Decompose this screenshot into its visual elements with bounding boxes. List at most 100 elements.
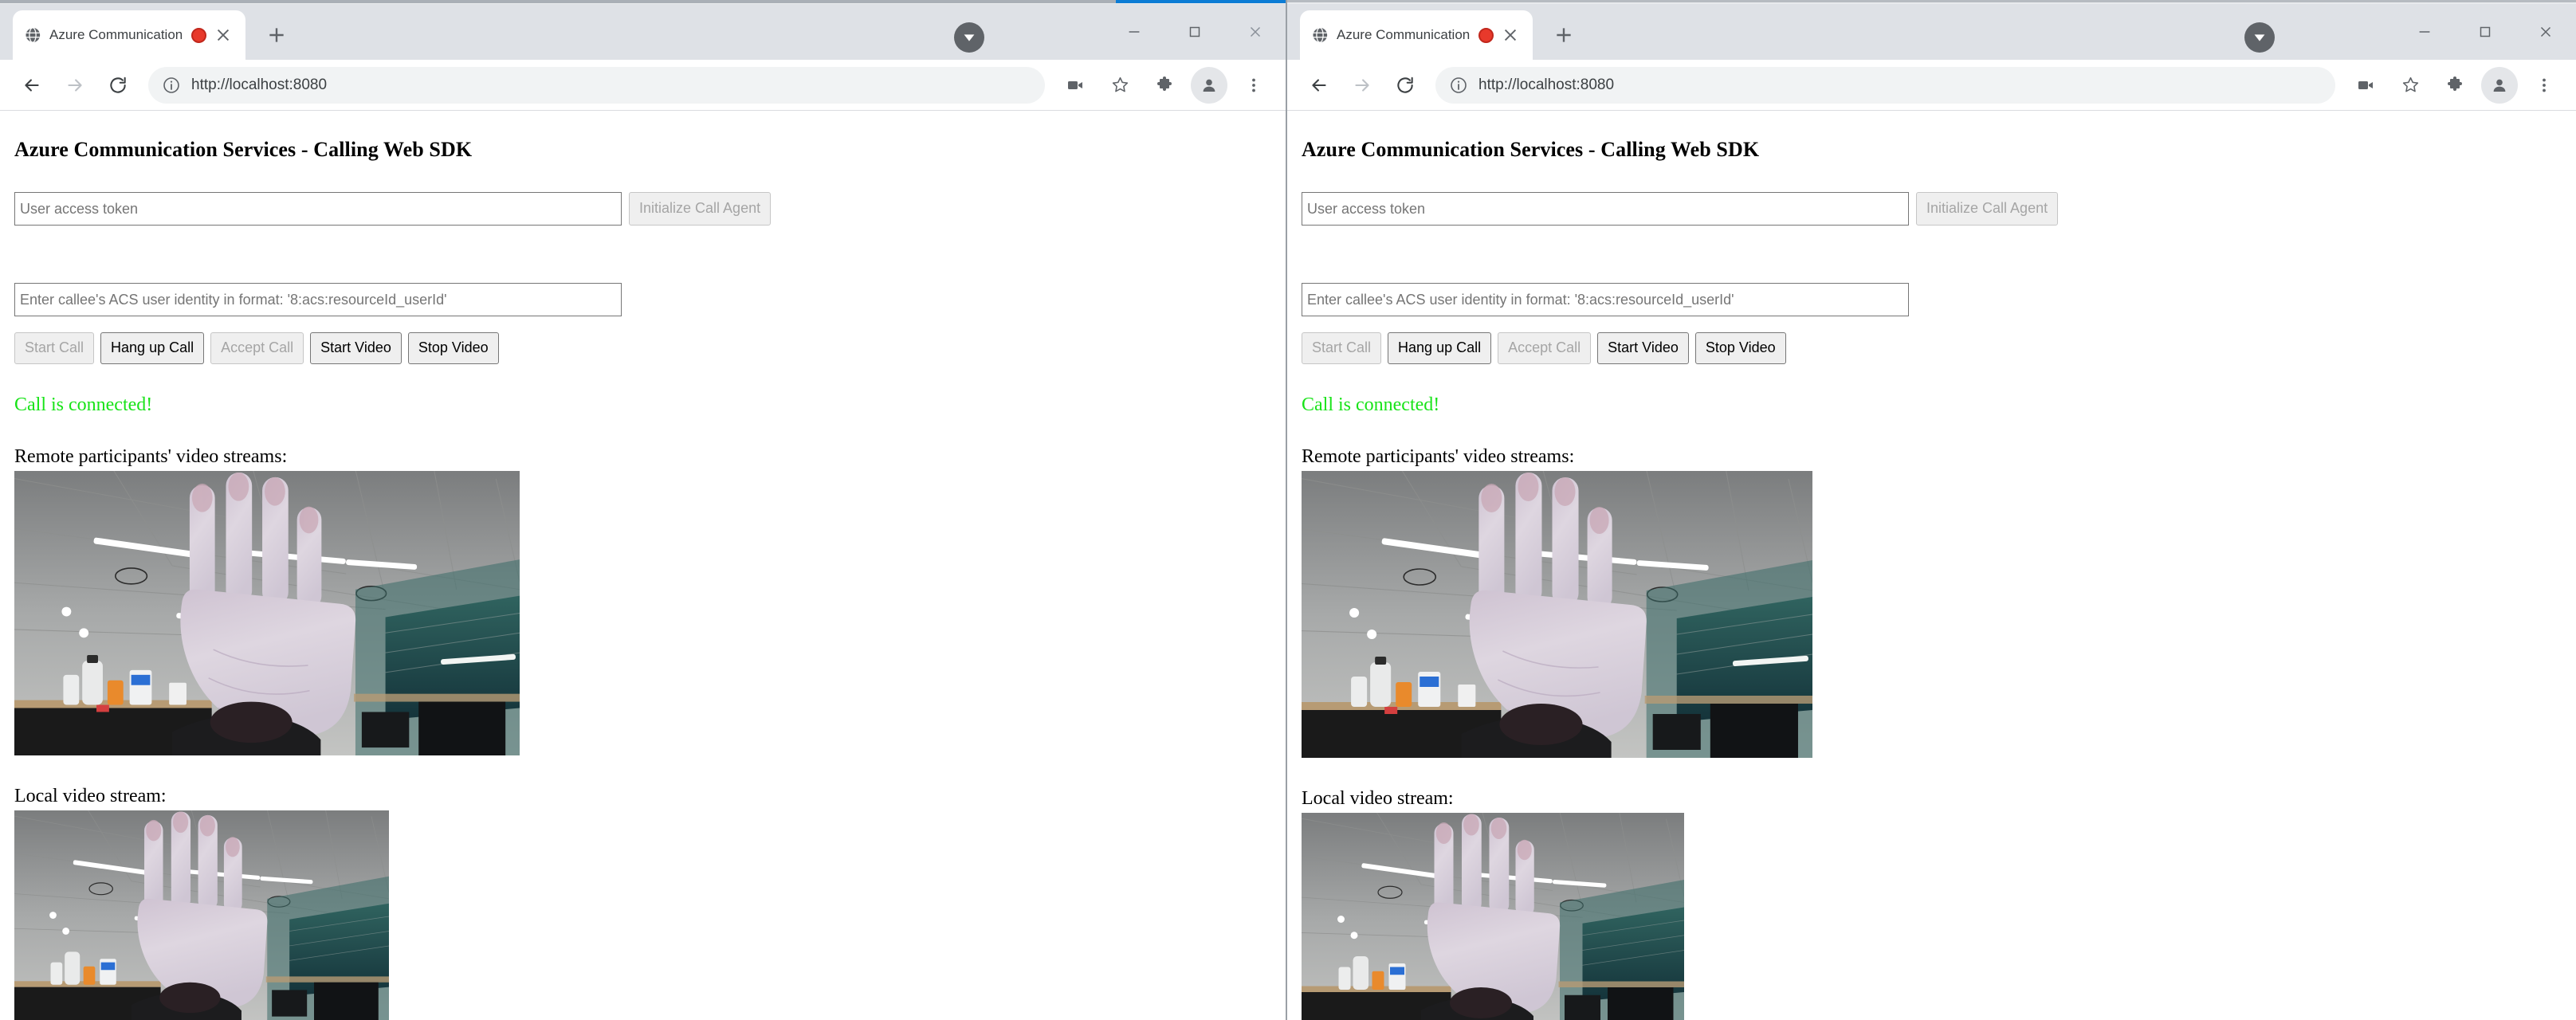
call-status-text: Call is connected! (1302, 394, 1440, 415)
close-icon[interactable] (214, 26, 232, 44)
local-stream-label: Local video stream: (14, 786, 167, 806)
maximize-icon[interactable] (2455, 4, 2515, 60)
toolbar-actions-right (2345, 65, 2565, 106)
callee-identity-input[interactable] (1302, 283, 1909, 316)
remote-streams-label: Remote participants' video streams: (14, 446, 288, 467)
remote-streams-label: Remote participants' video streams: (1302, 446, 1575, 467)
initialize-call-agent-button[interactable]: Initialize Call Agent (629, 192, 772, 226)
download-arrow-icon[interactable] (2244, 22, 2275, 53)
office-scene-local (1302, 813, 1684, 1020)
reload-icon[interactable] (1384, 65, 1426, 106)
start-call-button[interactable]: Start Call (1302, 332, 1382, 364)
local-video-stream (1302, 813, 1684, 1020)
address-bar-right[interactable]: http://localhost:8080 (1435, 66, 2335, 104)
forward-arrow-icon (54, 65, 96, 106)
window-controls (954, 4, 1286, 60)
accept-call-button[interactable]: Accept Call (210, 332, 304, 364)
back-arrow-icon[interactable] (11, 65, 53, 106)
close-icon[interactable] (1502, 26, 1519, 44)
browser-window-left: Azure Communication Servic (0, 0, 1286, 1020)
tab-strip: Azure Communication Servic (0, 4, 1286, 60)
star-icon[interactable] (2389, 65, 2431, 106)
office-scene (1302, 471, 1812, 758)
url-text: http://localhost:8080 (191, 76, 328, 93)
acs-demo-page: Azure Communication Services - Calling W… (14, 138, 1271, 1020)
browser-tab[interactable]: Azure Communication Servic (13, 10, 245, 60)
minimize-icon[interactable] (2394, 4, 2455, 60)
hang-up-call-button[interactable]: Hang up Call (100, 332, 205, 364)
callee-row (14, 283, 1271, 316)
local-video-stream (14, 810, 389, 1020)
remote-video-stream (14, 471, 520, 755)
office-scene (14, 471, 520, 755)
browser-toolbar-right: http://localhost:8080 (1287, 60, 2576, 111)
globe-icon (24, 26, 41, 44)
minimize-icon[interactable] (1104, 4, 1164, 60)
token-row: Initialize Call Agent (14, 192, 1271, 226)
video-camera-icon[interactable] (2345, 65, 2386, 106)
profile-icon[interactable] (2479, 65, 2520, 106)
puzzle-icon[interactable] (1144, 65, 1185, 106)
page-viewport-right: Azure Communication Services - Calling W… (1287, 111, 2576, 1020)
stop-video-button[interactable]: Stop Video (1694, 332, 1786, 364)
callee-row (1302, 283, 2562, 316)
reload-icon[interactable] (97, 65, 139, 106)
browser-window-right: Azure Communication Servic (1286, 0, 2576, 1020)
globe-icon (1311, 26, 1329, 44)
recording-dot-icon (1478, 27, 1494, 43)
page-viewport: Azure Communication Services - Calling W… (0, 111, 1286, 1020)
office-scene-local (14, 810, 389, 1020)
remote-video-stream (1302, 471, 1812, 758)
address-bar[interactable]: http://localhost:8080 (148, 66, 1045, 104)
puzzle-icon[interactable] (2434, 65, 2476, 106)
maximize-icon[interactable] (1164, 4, 1225, 60)
desktop: Azure Communication Servic (0, 0, 2576, 1020)
toolbar-actions (1054, 65, 1274, 106)
tab-strip-right: Azure Communication Servic (1287, 4, 2576, 60)
person-icon (1191, 66, 1227, 104)
call-controls: Start Call Hang up Call Accept Call Star… (1302, 332, 2562, 364)
url-text: http://localhost:8080 (1478, 76, 1615, 93)
profile-icon[interactable] (1188, 65, 1230, 106)
call-status-text: Call is connected! (14, 394, 153, 415)
browser-tab-right[interactable]: Azure Communication Servic (1300, 10, 1533, 60)
user-access-token-input[interactable] (1302, 192, 1909, 226)
snap-strip-grey-right (1287, 0, 2576, 2)
accept-call-button[interactable]: Accept Call (1498, 332, 1592, 364)
three-dot-menu-icon[interactable] (1233, 65, 1274, 106)
start-video-button[interactable]: Start Video (1597, 332, 1689, 364)
user-access-token-input[interactable] (14, 192, 622, 226)
local-stream-label: Local video stream: (1302, 788, 1454, 809)
three-dot-menu-icon[interactable] (2523, 65, 2565, 106)
callee-identity-input[interactable] (14, 283, 622, 316)
plus-icon[interactable] (1542, 14, 1585, 57)
recording-dot-icon (191, 27, 206, 43)
info-circle-icon[interactable] (1448, 75, 1469, 96)
start-video-button[interactable]: Start Video (310, 332, 402, 364)
star-icon[interactable] (1099, 65, 1141, 106)
person-icon (2481, 66, 2518, 104)
close-icon[interactable] (1225, 4, 1286, 60)
hang-up-call-button[interactable]: Hang up Call (1388, 332, 1492, 364)
snap-strip-blue (1116, 0, 1286, 3)
token-row: Initialize Call Agent (1302, 192, 2562, 226)
forward-arrow-icon (1341, 65, 1383, 106)
snap-strip-grey (0, 0, 1116, 3)
page-title: Azure Communication Services - Calling W… (1302, 138, 1760, 161)
page-title: Azure Communication Services - Calling W… (14, 138, 473, 161)
tab-title: Azure Communication Servic (49, 26, 183, 42)
info-circle-icon[interactable] (161, 75, 182, 96)
browser-toolbar: http://localhost:8080 (0, 60, 1286, 111)
close-icon[interactable] (2515, 4, 2576, 60)
initialize-call-agent-button[interactable]: Initialize Call Agent (1916, 192, 2059, 226)
call-controls: Start Call Hang up Call Accept Call Star… (14, 332, 1271, 364)
back-arrow-icon[interactable] (1298, 65, 1340, 106)
download-arrow-icon[interactable] (954, 22, 984, 53)
video-camera-icon[interactable] (1054, 65, 1096, 106)
acs-demo-page-right: Azure Communication Services - Calling W… (1302, 138, 2562, 1020)
stop-video-button[interactable]: Stop Video (407, 332, 499, 364)
start-call-button[interactable]: Start Call (14, 332, 95, 364)
window-controls-right (2244, 4, 2576, 60)
tab-title: Azure Communication Servic (1337, 26, 1471, 42)
plus-icon[interactable] (255, 14, 298, 57)
